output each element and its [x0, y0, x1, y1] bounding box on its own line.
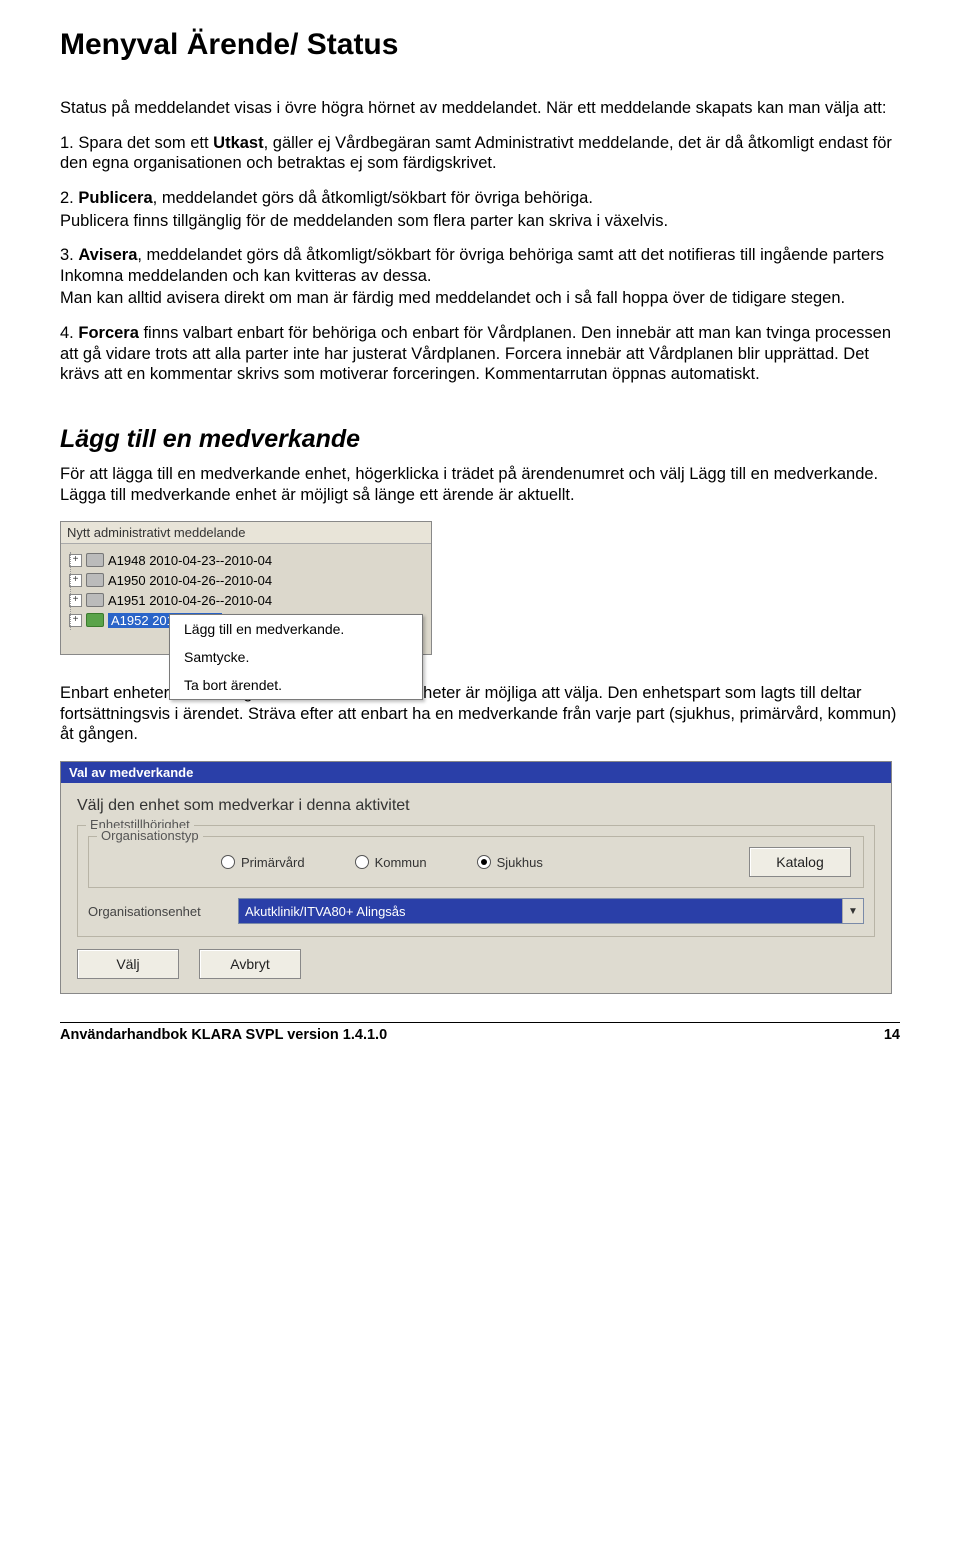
bold-utkast: Utkast	[213, 134, 263, 152]
tree-label: A1950 2010-04-26--2010-04	[108, 573, 272, 588]
screenshot-tree-contextmenu: Nytt administrativt meddelande + A1948 2…	[60, 521, 432, 655]
org-label: Organisationsenhet	[88, 904, 228, 919]
org-dropdown[interactable]: Akutklinik/ITVA80+ Alingsås ▼	[238, 898, 864, 924]
radio-sjukhus[interactable]: Sjukhus	[477, 855, 543, 870]
intro-paragraph: Status på meddelandet visas i övre högra…	[60, 98, 900, 119]
item-3b: Man kan alltid avisera direkt om man är …	[60, 288, 900, 309]
page-footer: Användarhandbok KLARA SVPL version 1.4.1…	[60, 1022, 900, 1043]
dialog-titlebar: Val av medverkande	[61, 762, 891, 783]
menu-item-consent[interactable]: Samtycke.	[170, 643, 422, 671]
item-3: 3. Avisera, meddelandet görs då åtkomlig…	[60, 245, 900, 286]
page-title: Menyval Ärende/ Status	[60, 28, 900, 62]
radio-label: Primärvård	[241, 855, 305, 870]
text: , meddelandet görs då åtkomligt/sökbart …	[153, 189, 593, 207]
tree-guide-line	[70, 552, 71, 630]
section-heading-medverkande: Lägg till en medverkande	[60, 425, 900, 454]
dialog-body: Välj den enhet som medverkar i denna akt…	[61, 783, 891, 993]
item-1: 1. Spara det som ett Utkast, gäller ej V…	[60, 133, 900, 174]
radio-icon	[221, 855, 235, 869]
menu-item-add-participant[interactable]: Lägg till en medverkande.	[170, 615, 422, 643]
fieldset-legend: Organisationstyp	[97, 828, 203, 843]
fieldset-organisationstyp: Organisationstyp Primärvård Kommun	[88, 836, 864, 888]
tree-label: A1951 2010-04-26--2010-04	[108, 593, 272, 608]
button-row: Välj Avbryt	[77, 949, 875, 979]
case-icon	[86, 553, 104, 567]
tree-label: A1948 2010-04-23--2010-04	[108, 553, 272, 568]
avbryt-button[interactable]: Avbryt	[199, 949, 301, 979]
text: 4.	[60, 324, 78, 342]
tree-row[interactable]: + A1948 2010-04-23--2010-04	[67, 550, 427, 570]
bold-avisera: Avisera	[78, 246, 137, 264]
item-4: 4. Forcera finns valbart enbart för behö…	[60, 323, 900, 385]
radio-icon	[477, 855, 491, 869]
org-row: Organisationsenhet Akutklinik/ITVA80+ Al…	[88, 898, 864, 924]
footer-left: Användarhandbok KLARA SVPL version 1.4.1…	[60, 1027, 387, 1043]
context-menu: Lägg till en medverkande. Samtycke. Ta b…	[169, 614, 423, 700]
item-2b: Publicera finns tillgänglig för de medde…	[60, 211, 900, 232]
text: 2.	[60, 189, 78, 207]
radio-icon	[355, 855, 369, 869]
item-2: 2. Publicera, meddelandet görs då åtkoml…	[60, 188, 900, 209]
screenshot-dialog-val-av-medverkande: Val av medverkande Välj den enhet som me…	[60, 761, 892, 994]
text: , meddelandet görs då åtkomligt/sökbart …	[60, 246, 884, 285]
text: 1. Spara det som ett	[60, 134, 213, 152]
bold-forcera: Forcera	[78, 324, 139, 342]
case-icon	[86, 593, 104, 607]
radio-label: Sjukhus	[497, 855, 543, 870]
case-icon	[86, 613, 104, 627]
tree-row[interactable]: + A1951 2010-04-26--2010-04	[67, 590, 427, 610]
dropdown-value: Akutklinik/ITVA80+ Alingsås	[239, 899, 842, 923]
section2-p1: För att lägga till en medverkande enhet,…	[60, 464, 900, 505]
panel-header: Nytt administrativt meddelande	[61, 522, 431, 544]
radio-label: Kommun	[375, 855, 427, 870]
katalog-button[interactable]: Katalog	[749, 847, 851, 877]
radio-primarvard[interactable]: Primärvård	[221, 855, 305, 870]
case-icon	[86, 573, 104, 587]
dialog-prompt: Välj den enhet som medverkar i denna akt…	[77, 797, 875, 815]
radio-kommun[interactable]: Kommun	[355, 855, 427, 870]
text: finns valbart enbart för behöriga och en…	[60, 324, 891, 383]
tree-view: + A1948 2010-04-23--2010-04 + A1950 2010…	[61, 544, 431, 654]
radio-row: Primärvård Kommun Sjukhus	[101, 847, 851, 877]
footer-page-number: 14	[884, 1027, 900, 1043]
text: 3.	[60, 246, 78, 264]
tree-row[interactable]: + A1950 2010-04-26--2010-04	[67, 570, 427, 590]
menu-item-remove-case[interactable]: Ta bort ärendet.	[170, 671, 422, 699]
chevron-down-icon[interactable]: ▼	[842, 899, 863, 923]
bold-publicera: Publicera	[78, 189, 152, 207]
valj-button[interactable]: Välj	[77, 949, 179, 979]
fieldset-enhetstillhorighet: Enhetstillhörighet Organisationstyp Prim…	[77, 825, 875, 937]
